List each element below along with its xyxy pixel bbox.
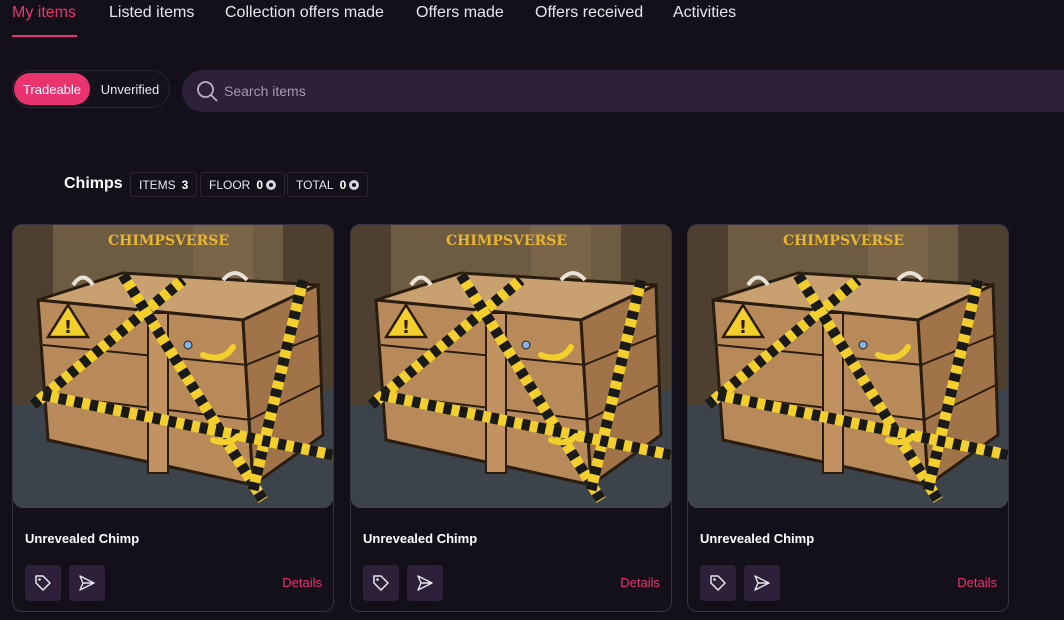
search-input[interactable] <box>224 70 1024 112</box>
list-for-sale-button[interactable] <box>25 565 61 601</box>
send-icon <box>417 575 433 591</box>
stat-items-label: ITEMS <box>139 177 176 192</box>
transfer-button[interactable] <box>744 565 780 601</box>
tradeable-toggle: Tradeable Unverified <box>12 70 170 108</box>
stat-floor: FLOOR 0 <box>200 172 286 197</box>
stat-total: TOTAL 0 <box>287 172 369 197</box>
tab-listed-items[interactable]: Listed items <box>109 4 194 22</box>
tradeable-option[interactable]: Tradeable <box>14 73 90 105</box>
nft-card[interactable]: ! CHIMPSVERSE Unrevealed Chimp Details <box>687 224 1009 612</box>
nft-image[interactable]: ! CHIMPSVERSE <box>688 225 1008 508</box>
tag-icon <box>35 575 51 591</box>
coin-icon <box>349 179 360 190</box>
send-icon <box>79 575 95 591</box>
svg-text:!: ! <box>402 317 410 338</box>
nft-card[interactable]: ! CHIMPSVERSE Unrevealed Chimp Details <box>350 224 672 612</box>
svg-text:CHIMPSVERSE: CHIMPSVERSE <box>783 233 904 249</box>
stat-items: ITEMS 3 <box>130 172 198 197</box>
tag-icon <box>710 575 726 591</box>
crate-illustration: ! CHIMPSVERSE <box>351 225 671 508</box>
tab-my-items[interactable]: My items <box>12 4 76 22</box>
card-title: Unrevealed Chimp <box>25 531 140 546</box>
coin-icon <box>266 179 277 190</box>
tag-icon <box>373 575 389 591</box>
details-link[interactable]: Details <box>620 575 660 590</box>
card-title: Unrevealed Chimp <box>363 531 478 546</box>
stat-total-label: TOTAL <box>296 177 334 192</box>
list-for-sale-button[interactable] <box>363 565 399 601</box>
crate-illustration: ! CHIMPSVERSE <box>688 225 1008 508</box>
svg-text:CHIMPSVERSE: CHIMPSVERSE <box>446 233 567 249</box>
details-link[interactable]: Details <box>957 575 997 590</box>
collection-name: Chimps <box>64 175 123 192</box>
unverified-option[interactable]: Unverified <box>93 73 167 105</box>
tab-offers-made[interactable]: Offers made <box>416 4 504 22</box>
crate-illustration: ! CHIMPSVERSE <box>13 225 333 508</box>
nft-image[interactable]: ! CHIMPSVERSE <box>351 225 671 508</box>
send-icon <box>754 575 770 591</box>
tab-collection-offers-made[interactable]: Collection offers made <box>225 4 384 22</box>
svg-text:CHIMPSVERSE: CHIMPSVERSE <box>108 233 229 249</box>
svg-text:!: ! <box>739 317 747 338</box>
stat-total-value: 0 <box>339 177 347 192</box>
stat-items-value: 3 <box>181 177 189 192</box>
transfer-button[interactable] <box>407 565 443 601</box>
active-tab-indicator <box>12 35 77 37</box>
search-bar <box>182 70 1064 112</box>
transfer-button[interactable] <box>69 565 105 601</box>
tab-offers-received[interactable]: Offers received <box>535 4 643 22</box>
stat-floor-value: 0 <box>256 177 264 192</box>
card-title: Unrevealed Chimp <box>700 531 815 546</box>
tab-activities[interactable]: Activities <box>673 4 736 22</box>
details-link[interactable]: Details <box>282 575 322 590</box>
svg-text:!: ! <box>64 317 72 338</box>
search-icon <box>197 81 218 102</box>
nft-card[interactable]: ! CHIMPSVERSE Unrevealed Chimp Details <box>12 224 334 612</box>
stat-floor-label: FLOOR <box>209 177 251 192</box>
list-for-sale-button[interactable] <box>700 565 736 601</box>
tab-bar: My items Listed items Collection offers … <box>0 0 1064 40</box>
nft-image[interactable]: ! CHIMPSVERSE <box>13 225 333 508</box>
